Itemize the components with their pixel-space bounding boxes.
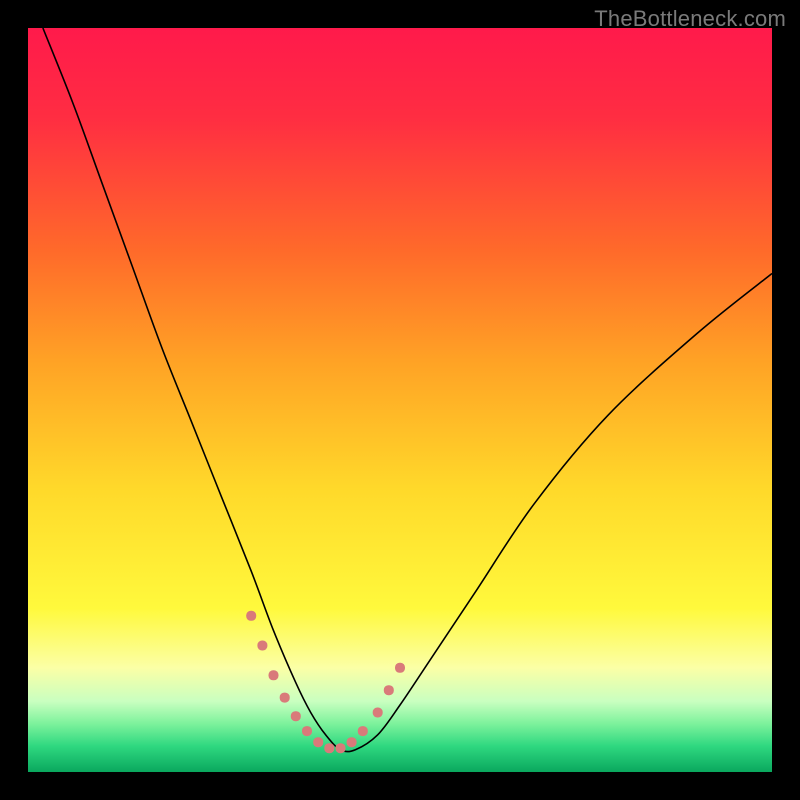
marker-point — [384, 685, 394, 695]
marker-point — [246, 611, 256, 621]
marker-point — [347, 737, 357, 747]
bottleneck-chart — [28, 28, 772, 772]
marker-point — [395, 663, 405, 673]
marker-point — [313, 737, 323, 747]
marker-point — [280, 693, 290, 703]
chart-background — [28, 28, 772, 772]
marker-point — [324, 743, 334, 753]
marker-point — [302, 726, 312, 736]
marker-point — [336, 743, 346, 753]
marker-point — [291, 711, 301, 721]
marker-point — [373, 708, 383, 718]
plot-area — [28, 28, 772, 772]
marker-point — [257, 641, 267, 651]
marker-point — [269, 670, 279, 680]
marker-point — [358, 726, 368, 736]
chart-frame: TheBottleneck.com — [0, 0, 800, 800]
